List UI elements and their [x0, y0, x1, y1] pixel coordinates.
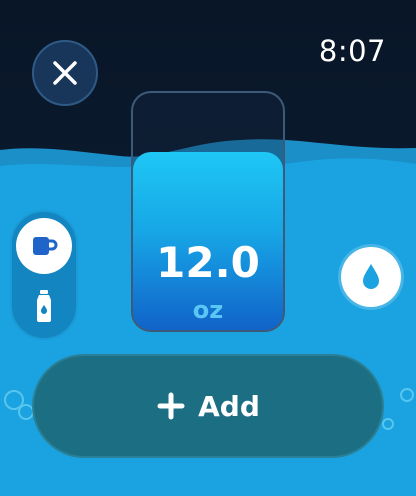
- add-button[interactable]: Add: [32, 354, 384, 458]
- plus-icon: [156, 391, 186, 421]
- clock-time: 8:07: [318, 34, 386, 68]
- container-type-selector: [10, 210, 78, 340]
- water-bottle-icon: [37, 290, 51, 322]
- close-icon: [53, 61, 77, 85]
- close-button[interactable]: [32, 40, 98, 106]
- amount-value: 12.0: [156, 238, 260, 287]
- water-drop-icon: [363, 264, 379, 289]
- amount-unit: oz: [192, 296, 224, 324]
- bubble: [382, 418, 394, 430]
- bubble: [400, 388, 414, 402]
- bottle-option[interactable]: [28, 286, 60, 326]
- mug-icon: [33, 237, 58, 255]
- add-button-label: Add: [198, 389, 260, 423]
- drink-type-button[interactable]: [341, 247, 401, 307]
- mug-option[interactable]: [16, 218, 72, 274]
- water-tracker-screen: 8:07 12.0 oz Add: [0, 0, 416, 496]
